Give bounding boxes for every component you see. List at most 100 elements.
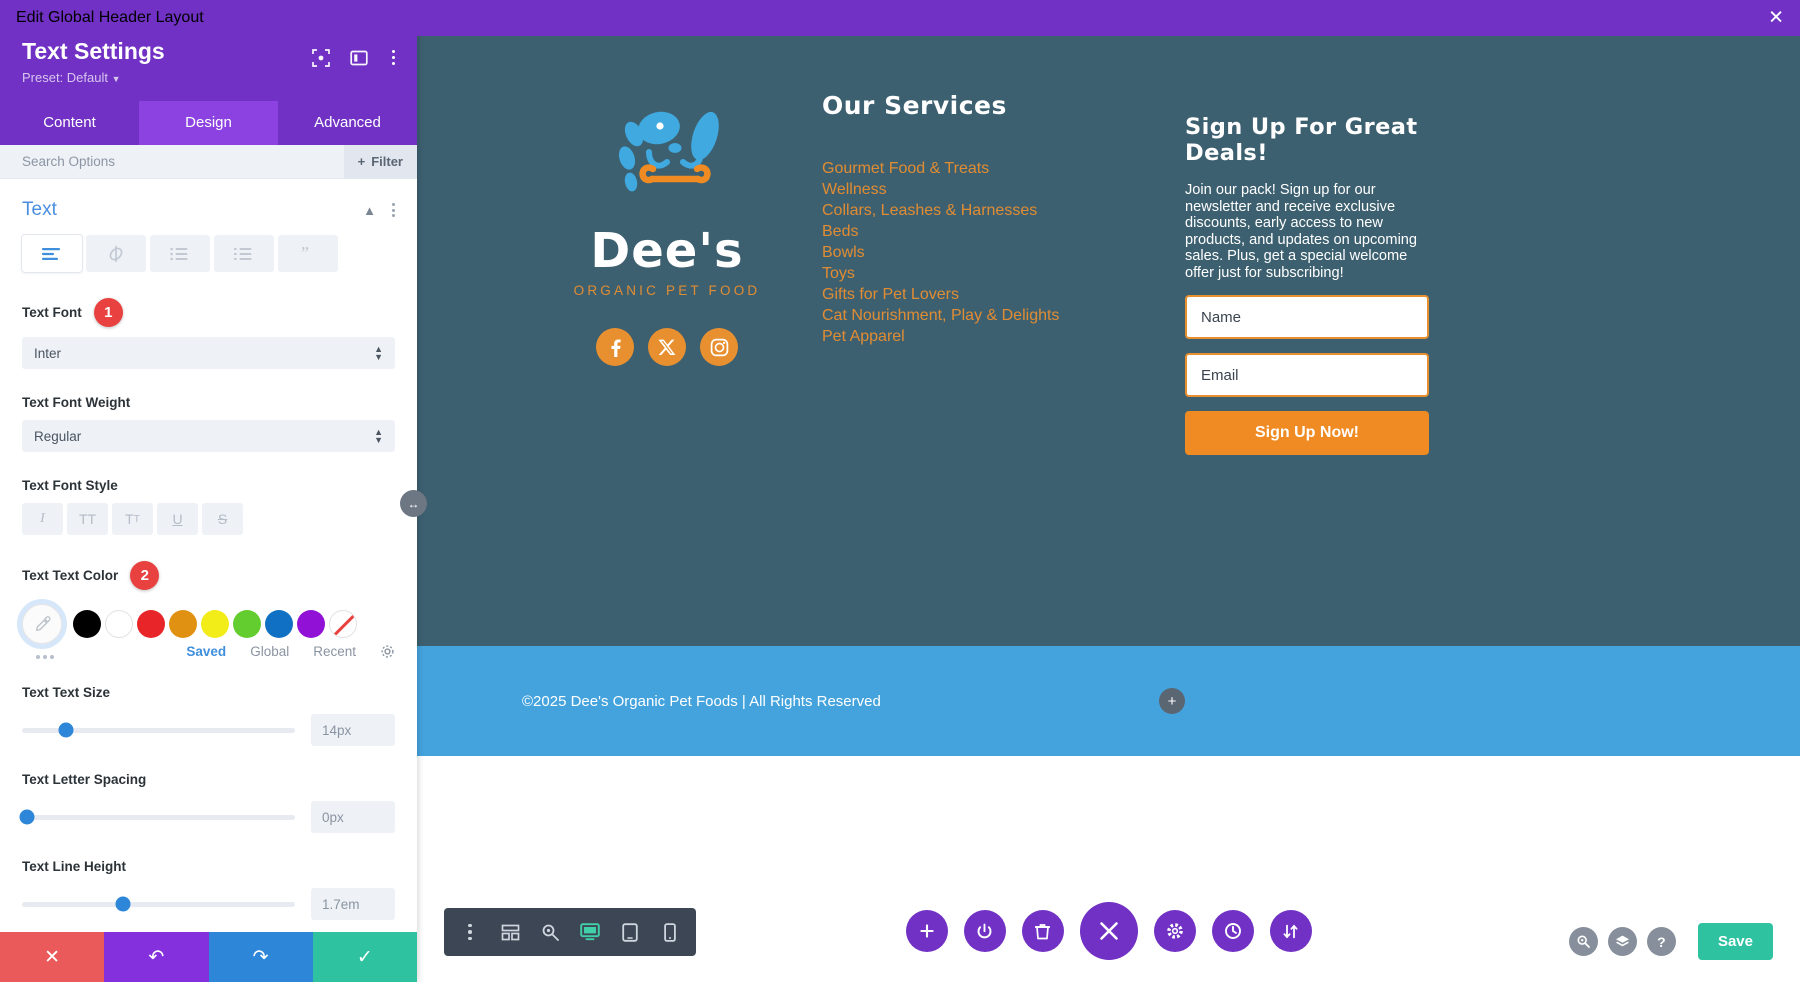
footer-main-section: Dee's ORGANIC PET FOOD Our Services Gour… — [417, 36, 1800, 646]
wireframe-icon[interactable] — [492, 914, 528, 950]
swatch-yellow[interactable] — [201, 610, 229, 638]
desktop-icon[interactable] — [572, 914, 608, 950]
text-size-slider-knob[interactable] — [58, 722, 74, 738]
undo-button[interactable]: ↶ — [104, 932, 209, 982]
swatch-white[interactable] — [105, 610, 133, 638]
cancel-button[interactable]: ✕ — [0, 932, 105, 982]
align-text-icon[interactable] — [22, 235, 82, 272]
x-twitter-icon[interactable] — [648, 328, 686, 366]
swatch-black[interactable] — [73, 610, 101, 638]
search-icon[interactable] — [1568, 927, 1598, 956]
email-input[interactable] — [1201, 366, 1413, 384]
signup-body-text: Join our pack! Sign up for our newslette… — [1185, 182, 1418, 281]
power-icon[interactable] — [963, 910, 1006, 952]
quote-icon[interactable]: ” — [278, 235, 338, 272]
layout-panel-icon[interactable] — [350, 49, 368, 67]
unordered-list-icon[interactable] — [150, 235, 210, 272]
gear-icon[interactable] — [380, 644, 395, 659]
zoom-icon[interactable] — [532, 914, 568, 950]
service-item[interactable]: Pet Apparel — [822, 326, 1152, 347]
text-size-slider[interactable] — [22, 722, 295, 738]
eyedropper-icon[interactable] — [22, 604, 62, 644]
service-item[interactable]: Beds — [822, 221, 1152, 242]
panel-resize-handle[interactable]: ↔ — [400, 490, 427, 517]
tab-content[interactable]: Content — [0, 101, 139, 145]
service-item[interactable]: Toys — [822, 263, 1152, 284]
service-item[interactable]: Gourmet Food & Treats — [822, 158, 1152, 179]
email-field[interactable] — [1185, 353, 1429, 397]
letter-spacing-slider-knob[interactable] — [19, 809, 35, 825]
facebook-icon[interactable] — [596, 328, 634, 366]
text-size-value[interactable]: 14px — [311, 714, 395, 746]
history-icon[interactable] — [1211, 910, 1254, 952]
select-arrows-icon: ▲ ▼ — [374, 343, 383, 362]
filter-button[interactable]: + Filter — [343, 145, 417, 178]
link-off-icon[interactable] — [86, 235, 146, 272]
panel-preset[interactable]: Preset: Default ▼ — [22, 70, 395, 85]
color-tab-recent[interactable]: Recent — [313, 644, 356, 659]
gear-icon[interactable] — [1153, 910, 1196, 952]
instagram-icon[interactable] — [700, 328, 738, 366]
close-icon[interactable]: ✕ — [1768, 8, 1784, 28]
italic-icon[interactable]: I — [22, 503, 63, 535]
copyright-text: ©2025 Dee's Organic Pet Foods | All Righ… — [522, 692, 881, 710]
add-section-button[interactable]: + — [1159, 688, 1185, 714]
layers-icon[interactable] — [1607, 927, 1637, 956]
letter-spacing-label: Text Letter Spacing — [22, 772, 147, 787]
redo-button[interactable]: ↷ — [208, 932, 313, 982]
signup-column: Sign Up For Great Deals! Join our pack! … — [1185, 114, 1429, 455]
underline-icon[interactable]: U — [157, 503, 198, 535]
search-input[interactable] — [22, 154, 344, 169]
more-colors-icon[interactable] — [36, 654, 54, 659]
strikethrough-icon[interactable]: S — [202, 503, 243, 535]
service-item[interactable]: Gifts for Pet Lovers — [822, 284, 1152, 305]
service-item[interactable]: Cat Nourishment, Play & Delights — [822, 305, 1152, 326]
color-tab-saved[interactable]: Saved — [186, 644, 226, 659]
swatch-red[interactable] — [137, 610, 165, 638]
letter-spacing-slider[interactable] — [19, 809, 295, 825]
phone-icon[interactable] — [652, 914, 688, 950]
tab-advanced[interactable]: Advanced — [278, 101, 417, 145]
line-height-value[interactable]: 1.7em — [311, 888, 395, 920]
capitalize-icon[interactable]: TT — [112, 503, 153, 535]
text-font-weight-select[interactable]: Regular ▲ ▼ — [22, 420, 395, 452]
color-tab-global[interactable]: Global — [250, 644, 289, 659]
trash-icon[interactable] — [1021, 910, 1064, 952]
service-item[interactable]: Wellness — [822, 179, 1152, 200]
kebab-menu-icon[interactable] — [388, 48, 399, 67]
confirm-button[interactable]: ✓ — [312, 932, 417, 982]
plus-icon[interactable] — [905, 910, 948, 952]
swatch-green[interactable] — [233, 610, 261, 638]
sort-icon[interactable] — [1269, 910, 1312, 952]
tablet-icon[interactable] — [612, 914, 648, 950]
section-kebab-icon[interactable] — [392, 203, 395, 217]
save-button[interactable]: Save — [1697, 923, 1773, 960]
focus-icon[interactable] — [312, 48, 330, 67]
line-height-label: Text Line Height — [22, 859, 127, 874]
swatch-transparent[interactable] — [329, 610, 357, 638]
text-font-select[interactable]: Inter ▲ ▼ — [22, 337, 395, 369]
name-input[interactable] — [1201, 308, 1413, 326]
logo-column: Dee's ORGANIC PET FOOD — [537, 96, 797, 366]
letter-spacing-value[interactable]: 0px — [311, 801, 395, 833]
signup-button[interactable]: Sign Up Now! — [1185, 411, 1429, 455]
swatch-orange[interactable] — [169, 610, 197, 638]
line-height-slider[interactable] — [22, 896, 295, 912]
service-item[interactable]: Collars, Leashes & Harnesses — [822, 200, 1152, 221]
text-font-weight-value: Regular — [34, 428, 82, 444]
kebab-icon[interactable] — [452, 914, 488, 950]
service-item[interactable]: Bowls — [822, 242, 1152, 263]
close-icon[interactable] — [1079, 902, 1138, 960]
ordered-list-icon[interactable] — [214, 235, 274, 272]
svg-text:”: ” — [301, 246, 309, 262]
uppercase-icon[interactable]: TT — [67, 503, 108, 535]
center-action-buttons — [905, 902, 1312, 960]
chevron-up-icon[interactable]: ▲ — [363, 203, 376, 218]
line-height-slider-knob[interactable] — [115, 896, 131, 912]
tab-design[interactable]: Design — [139, 101, 278, 145]
swatch-blue[interactable] — [265, 610, 293, 638]
swatch-purple[interactable] — [297, 610, 325, 638]
name-field[interactable] — [1185, 295, 1429, 339]
footer-copyright-bar: ©2025 Dee's Organic Pet Foods | All Righ… — [417, 646, 1800, 756]
help-icon[interactable]: ? — [1646, 927, 1676, 956]
